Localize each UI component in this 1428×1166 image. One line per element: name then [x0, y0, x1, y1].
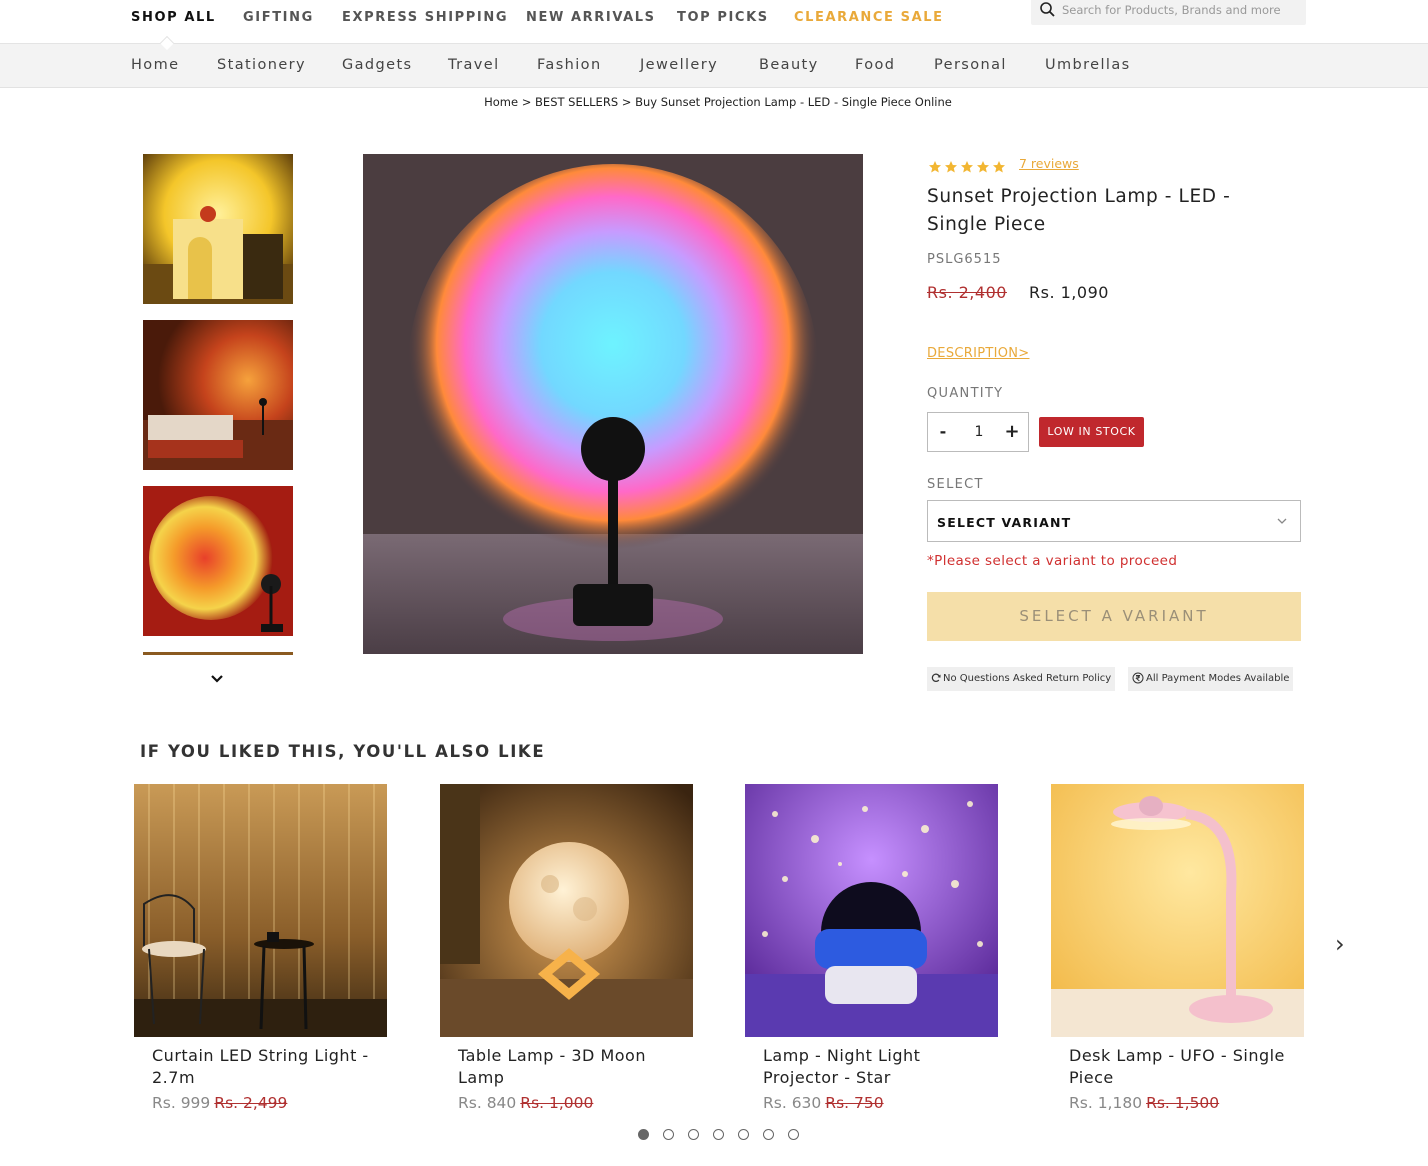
breadcrumb-separator: > — [518, 95, 536, 109]
nav-express-shipping[interactable]: EXPRESS SHIPPING — [342, 10, 508, 25]
search-box[interactable]: Search for Products, Brands and more — [1031, 0, 1306, 25]
variant-select[interactable]: SELECT VARIANT — [927, 500, 1301, 542]
recommendation-sale-price: Rs. 840 — [458, 1094, 517, 1112]
recommendation-price: Rs. 999 Rs. 2,499 — [152, 1094, 287, 1112]
recommendation-image[interactable] — [1051, 784, 1304, 1037]
recommendation-card[interactable]: Curtain LED String Light - 2.7m Rs. 999 R… — [134, 784, 387, 1112]
rating-stars — [928, 156, 1008, 172]
carousel-dot[interactable] — [713, 1129, 724, 1140]
refresh-icon — [931, 673, 941, 682]
product-sku: PSLG6515 — [927, 252, 1002, 267]
category-jewellery[interactable]: Jewellery — [640, 57, 718, 73]
variant-warning: *Please select a variant to proceed — [927, 553, 1178, 569]
returns-badge: No Questions Asked Return Policy — [927, 667, 1116, 691]
star-icon — [961, 160, 973, 172]
carousel-dot[interactable] — [788, 1129, 799, 1140]
stock-badge: LOW IN STOCK — [1039, 417, 1144, 447]
recommendation-sale-price: Rs. 1,180 — [1069, 1094, 1143, 1112]
top-navigation: SHOP ALL GIFTING EXPRESS SHIPPING NEW AR… — [0, 0, 1428, 44]
returns-badge-label: No Questions Asked Return Policy — [943, 673, 1112, 684]
search-icon — [1040, 2, 1055, 17]
breadcrumb-best-sellers[interactable]: BEST SELLERS — [535, 95, 618, 109]
star-icon — [977, 160, 989, 172]
recommendation-original-price: Rs. 1,000 — [520, 1094, 594, 1112]
breadcrumb-separator: > — [618, 95, 636, 109]
payment-badge-label: All Payment Modes Available — [1146, 673, 1290, 684]
breadcrumb: Home > BEST SELLERS > Buy Sunset Project… — [0, 95, 1428, 109]
category-travel[interactable]: Travel — [448, 57, 500, 73]
category-fashion[interactable]: Fashion — [537, 57, 602, 73]
carousel-dot[interactable] — [688, 1129, 699, 1140]
chevron-down-icon[interactable] — [208, 672, 226, 686]
product-thumbnail-2[interactable] — [143, 320, 293, 470]
quantity-increase-button[interactable]: + — [1004, 421, 1020, 442]
main-product-image[interactable] — [363, 154, 863, 654]
quantity-decrease-button[interactable]: - — [936, 422, 950, 441]
recommendation-card[interactable]: Lamp - Night Light Projector - Star Rs. … — [745, 784, 998, 1112]
category-umbrellas[interactable]: Umbrellas — [1045, 57, 1131, 73]
rupee-icon — [1132, 672, 1144, 684]
sale-price: Rs. 1,090 — [1029, 283, 1109, 302]
recommendation-name[interactable]: Curtain LED String Light - 2.7m — [152, 1045, 382, 1089]
select-label: SELECT — [927, 477, 984, 492]
recommendation-sale-price: Rs. 999 — [152, 1094, 211, 1112]
recommendation-image[interactable] — [134, 784, 387, 1037]
recommendation-image[interactable] — [440, 784, 693, 1037]
recommendation-price: Rs. 1,180 Rs. 1,500 — [1069, 1094, 1219, 1112]
star-icon — [993, 160, 1005, 172]
nav-new-arrivals[interactable]: NEW ARRIVALS — [526, 10, 656, 25]
recommendation-original-price: Rs. 2,499 — [214, 1094, 288, 1112]
chevron-down-icon — [1277, 518, 1287, 524]
recommendation-name[interactable]: Lamp - Night Light Projector - Star — [763, 1045, 993, 1089]
category-bar: Home Stationery Gadgets Travel Fashion J… — [0, 44, 1428, 88]
payment-badge: All Payment Modes Available — [1128, 667, 1294, 691]
star-icon — [945, 160, 957, 172]
recommendation-original-price: Rs. 750 — [825, 1094, 884, 1112]
carousel-dot[interactable] — [738, 1129, 749, 1140]
recommendations-title: IF YOU LIKED THIS, YOU'LL ALSO LIKE — [140, 742, 546, 761]
category-gadgets[interactable]: Gadgets — [342, 57, 413, 73]
category-stationery[interactable]: Stationery — [217, 57, 306, 73]
search-input[interactable]: Search for Products, Brands and more — [1062, 3, 1281, 17]
reviews-link[interactable]: 7 reviews — [1019, 156, 1079, 171]
recommendation-name[interactable]: Table Lamp - 3D Moon Lamp — [458, 1045, 688, 1089]
category-home[interactable]: Home — [131, 57, 179, 73]
recommendation-card[interactable]: Table Lamp - 3D Moon Lamp Rs. 840 Rs. 1,0… — [440, 784, 693, 1112]
description-link[interactable]: DESCRIPTION> — [927, 346, 1029, 361]
quantity-input[interactable]: 1 — [966, 424, 992, 440]
product-title: Sunset Projection Lamp - LED - Single Pi… — [927, 186, 1231, 235]
nav-gifting[interactable]: GIFTING — [243, 10, 314, 25]
carousel-next-button[interactable]: › — [1335, 930, 1345, 958]
recommendation-original-price: Rs. 1,500 — [1146, 1094, 1220, 1112]
recommendation-name[interactable]: Desk Lamp - UFO - Single Piece — [1069, 1045, 1299, 1089]
recommendation-price: Rs. 630 Rs. 750 — [763, 1094, 884, 1112]
variant-select-value: SELECT VARIANT — [937, 515, 1072, 530]
product-thumbnail-3[interactable] — [143, 486, 293, 636]
category-beauty[interactable]: Beauty — [759, 57, 819, 73]
nav-clearance-sale[interactable]: CLEARANCE SALE — [794, 10, 944, 25]
quantity-label: QUANTITY — [927, 386, 1004, 401]
star-icon — [929, 160, 941, 172]
recommendation-price: Rs. 840 Rs. 1,000 — [458, 1094, 593, 1112]
category-food[interactable]: Food — [855, 57, 895, 73]
carousel-dot[interactable] — [638, 1129, 649, 1140]
carousel-dot[interactable] — [663, 1129, 674, 1140]
breadcrumb-home[interactable]: Home — [484, 95, 518, 109]
recommendation-sale-price: Rs. 630 — [763, 1094, 822, 1112]
quantity-stepper: - 1 + — [927, 412, 1029, 452]
recommendation-image[interactable] — [745, 784, 998, 1037]
breadcrumb-current: Buy Sunset Projection Lamp - LED - Singl… — [635, 95, 952, 109]
carousel-dot[interactable] — [763, 1129, 774, 1140]
product-thumbnail-1[interactable] — [143, 154, 293, 304]
category-personal[interactable]: Personal — [934, 57, 1007, 73]
nav-top-picks[interactable]: TOP PICKS — [677, 10, 769, 25]
recommendation-card[interactable]: Desk Lamp - UFO - Single Piece Rs. 1,180… — [1051, 784, 1304, 1112]
nav-shop-all[interactable]: SHOP ALL — [131, 10, 216, 25]
original-price: Rs. 2,400 — [927, 283, 1007, 302]
thumbnail-4-edge — [143, 652, 293, 655]
select-variant-button[interactable]: SELECT A VARIANT — [927, 592, 1301, 641]
